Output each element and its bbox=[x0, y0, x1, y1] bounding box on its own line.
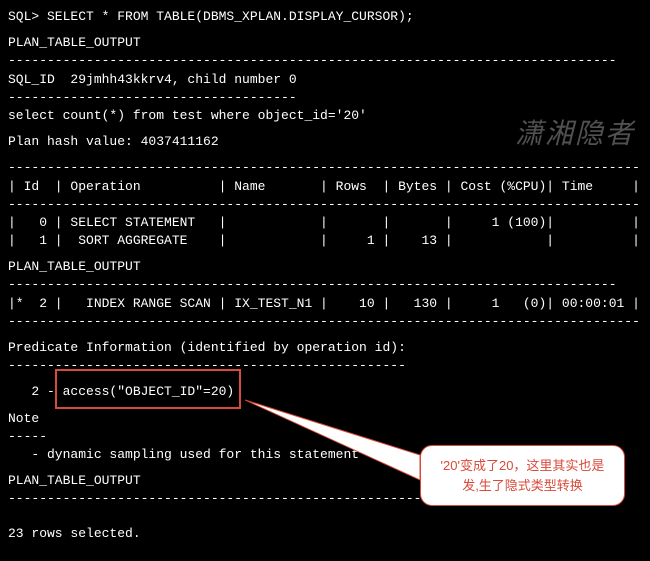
predicate-separator: ----------------------------------------… bbox=[8, 357, 642, 375]
predicate-info-header: Predicate Information (identified by ope… bbox=[8, 339, 642, 357]
table-row: | 1 | SORT AGGREGATE | | 1 | 13 | | | bbox=[8, 232, 642, 250]
plan-table-output-header: PLAN_TABLE_OUTPUT bbox=[8, 258, 642, 276]
note-separator: ----- bbox=[8, 428, 642, 446]
sql-prompt-line: SQL> SELECT * FROM TABLE(DBMS_XPLAN.DISP… bbox=[8, 8, 642, 26]
separator: ----------------------------------------… bbox=[8, 52, 642, 70]
watermark-text: 潇湘隐者 bbox=[515, 115, 635, 154]
annotation-callout: '20'变成了20，这里其实也是发,生了隐式类型转换 bbox=[420, 445, 625, 506]
separator: ----------------------------------------… bbox=[8, 276, 642, 294]
table-border: ----------------------------------------… bbox=[8, 196, 642, 214]
note-header: Note bbox=[8, 410, 642, 428]
sql-id-line: SQL_ID 29jmhh43kkrv4, child number 0 bbox=[8, 71, 642, 89]
plan-table-output-header: PLAN_TABLE_OUTPUT bbox=[8, 34, 642, 52]
table-border: ----------------------------------------… bbox=[8, 159, 642, 177]
table-border: ----------------------------------------… bbox=[8, 313, 642, 331]
rows-selected: 23 rows selected. bbox=[8, 525, 642, 543]
table-header-row: | Id | Operation | Name | Rows | Bytes |… bbox=[8, 178, 642, 196]
predicate-line: 2 - access("OBJECT_ID"=20) bbox=[8, 383, 642, 401]
table-row: |* 2 | INDEX RANGE SCAN | IX_TEST_N1 | 1… bbox=[8, 295, 642, 313]
table-row: | 0 | SELECT STATEMENT | | | | 1 (100)| … bbox=[8, 214, 642, 232]
sql-id-separator: ------------------------------------- bbox=[8, 89, 642, 107]
